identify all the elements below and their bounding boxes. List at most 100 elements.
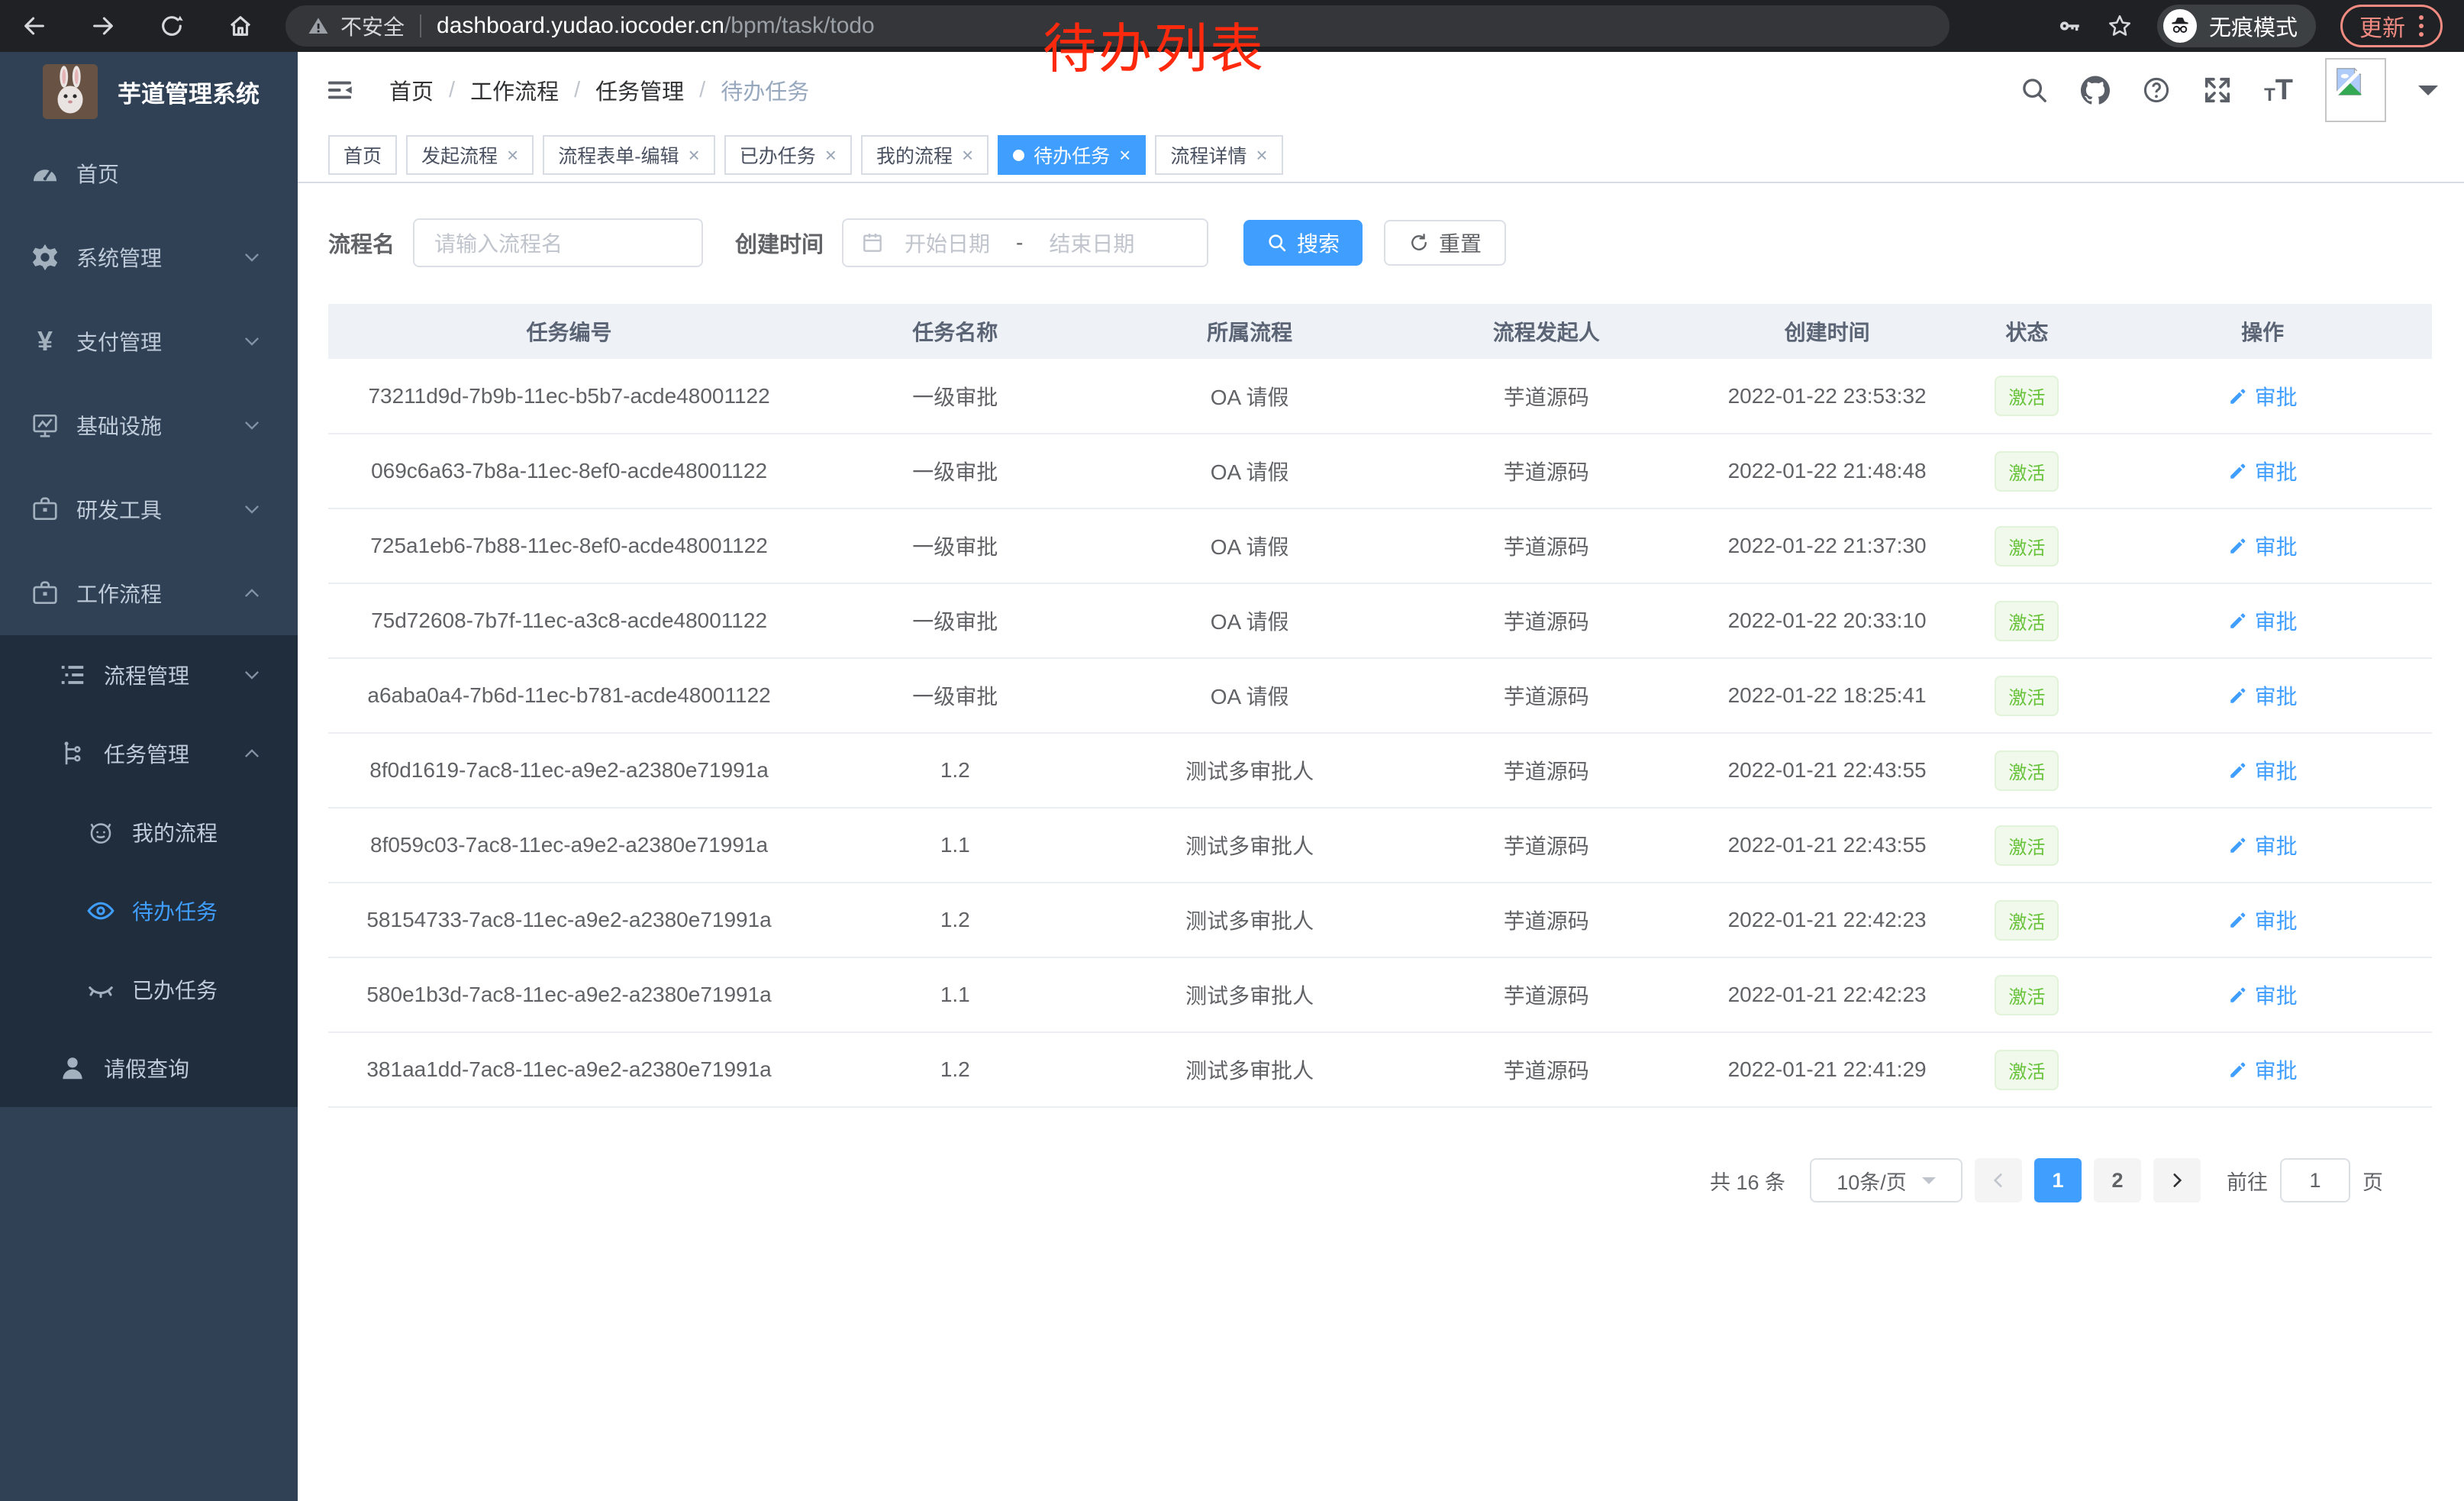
bookmark-star-icon[interactable] (2107, 13, 2133, 39)
breadcrumb-item[interactable]: 首页 (389, 74, 434, 106)
approve-label: 审批 (2255, 531, 2298, 561)
table-row: 725a1eb6-7b88-11ec-8ef0-acde48001122一级审批… (328, 508, 2432, 583)
github-icon[interactable] (2081, 76, 2110, 105)
cell-status: 激活 (1961, 957, 2094, 1032)
cell-created-time: 2022-01-21 22:42:23 (1694, 957, 1961, 1032)
sidebar-item-done-tasks[interactable]: 已办任务 (0, 950, 298, 1028)
search-button[interactable]: 搜索 (1243, 220, 1363, 266)
cell-task-name: 一级审批 (810, 658, 1100, 733)
tab-home[interactable]: 首页 (328, 135, 397, 175)
reload-icon[interactable] (159, 13, 185, 39)
breadcrumb-item[interactable]: 工作流程 (470, 74, 559, 106)
cell-initiator: 芋道源码 (1399, 1032, 1694, 1107)
security-warning-icon[interactable] (307, 15, 330, 37)
column-header: 状态 (1961, 304, 2094, 359)
cell-process: 测试多审批人 (1100, 733, 1398, 808)
app-logo[interactable]: 芋道管理系统 (0, 52, 298, 131)
sidebar-item-task-mgmt[interactable]: 任务管理 (0, 714, 298, 792)
prev-page-button[interactable] (1975, 1158, 2022, 1202)
user-avatar[interactable] (2325, 58, 2386, 122)
cell-status: 激活 (1961, 583, 2094, 658)
goto-page-input[interactable]: 1 (2280, 1158, 2350, 1202)
password-key-icon[interactable] (2056, 13, 2082, 39)
browser-menu-icon[interactable] (2419, 15, 2424, 37)
approve-link[interactable]: 审批 (2228, 980, 2298, 1010)
approve-link[interactable]: 审批 (2228, 381, 2298, 412)
update-label: 更新 (2359, 9, 2405, 43)
cell-task-name: 一级审批 (810, 434, 1100, 508)
update-button[interactable]: 更新 (2340, 5, 2443, 47)
status-badge: 激活 (1995, 376, 2059, 416)
sidebar-fold-icon[interactable] (324, 76, 356, 104)
sidebar-item-todo-tasks[interactable]: 待办任务 (0, 871, 298, 950)
sidebar-item-label: 工作流程 (76, 578, 162, 608)
tab-close-icon[interactable]: × (1256, 144, 1267, 167)
next-page-button[interactable] (2153, 1158, 2201, 1202)
help-icon[interactable] (2142, 76, 2171, 105)
back-icon[interactable] (21, 13, 47, 39)
edit-pencil-icon (2228, 386, 2248, 406)
tab-label: 流程详情 (1170, 141, 1247, 169)
cell-task-name: 一级审批 (810, 508, 1100, 583)
search-icon[interactable] (2020, 76, 2049, 105)
calendar-icon (860, 231, 885, 255)
sidebar-item-label: 请假查询 (104, 1053, 189, 1083)
tab-todo-tasks[interactable]: 待办任务× (998, 135, 1146, 175)
forward-icon[interactable] (90, 13, 116, 39)
tab-close-icon[interactable]: × (507, 144, 518, 167)
font-size-icon[interactable]: TT (2264, 76, 2293, 105)
approve-label: 审批 (2255, 456, 2298, 486)
home-icon[interactable] (227, 13, 253, 39)
sidebar-item-label: 基础设施 (76, 410, 162, 441)
sidebar-item-dev-tools[interactable]: 研发工具 (0, 467, 298, 551)
page-button-1[interactable]: 1 (2034, 1158, 2082, 1202)
column-header: 操作 (2093, 304, 2432, 359)
reset-button[interactable]: 重置 (1384, 220, 1506, 266)
sidebar-item-my-process[interactable]: 我的流程 (0, 792, 298, 871)
chevron-down-icon (1922, 1177, 1936, 1191)
approve-link[interactable]: 审批 (2228, 830, 2298, 860)
tab-process-detail[interactable]: 流程详情 × (1155, 135, 1282, 175)
cell-task-id: 8f0d1619-7ac8-11ec-a9e2-a2380e71991a (328, 733, 810, 808)
cell-task-id: 381aa1dd-7ac8-11ec-a9e2-a2380e71991a (328, 1032, 810, 1107)
sidebar-item-workflow[interactable]: 工作流程 (0, 551, 298, 635)
sidebar-item-payment[interactable]: ¥支付管理 (0, 299, 298, 383)
page-size-select[interactable]: 10条/页 (1810, 1158, 1962, 1202)
sidebar-item-leave-query[interactable]: 请假查询 (0, 1028, 298, 1107)
approve-link[interactable]: 审批 (2228, 755, 2298, 786)
process-name-input[interactable]: 请输入流程名 (413, 218, 703, 267)
tab-close-icon[interactable]: × (825, 144, 837, 167)
fullscreen-icon[interactable] (2203, 76, 2232, 105)
approve-link[interactable]: 审批 (2228, 905, 2298, 935)
cell-initiator: 芋道源码 (1399, 883, 1694, 957)
approve-link[interactable]: 审批 (2228, 605, 2298, 636)
tab-close-icon[interactable]: × (1119, 144, 1130, 167)
status-badge: 激活 (1995, 900, 2059, 941)
tab-done-tasks[interactable]: 已办任务× (724, 135, 852, 175)
sidebar-item-system[interactable]: 系统管理 (0, 215, 298, 299)
approve-link[interactable]: 审批 (2228, 1054, 2298, 1085)
approve-label: 审批 (2255, 605, 2298, 636)
tab-my-process[interactable]: 我的流程× (861, 135, 989, 175)
tab-form-edit[interactable]: 流程表单-编辑× (543, 135, 715, 175)
table-row: 58154733-7ac8-11ec-a9e2-a2380e71991a1.2测… (328, 883, 2432, 957)
breadcrumb-item[interactable]: 任务管理 (595, 74, 684, 106)
cell-initiator: 芋道源码 (1399, 583, 1694, 658)
sidebar-item-infra[interactable]: 基础设施 (0, 383, 298, 467)
cell-status: 激活 (1961, 508, 2094, 583)
tab-close-icon[interactable]: × (962, 144, 973, 167)
briefcase-icon (31, 495, 60, 524)
sidebar-item-home[interactable]: 首页 (0, 131, 298, 215)
tab-close-icon[interactable]: × (689, 144, 700, 167)
tab-start-process[interactable]: 发起流程× (406, 135, 534, 175)
approve-link[interactable]: 审批 (2228, 456, 2298, 486)
table-row: a6aba0a4-7b6d-11ec-b781-acde48001122一级审批… (328, 658, 2432, 733)
avatar-caret-icon[interactable] (2418, 86, 2438, 105)
breadcrumb-separator: / (449, 78, 455, 103)
page-button-2[interactable]: 2 (2094, 1158, 2141, 1202)
sidebar-item-process-mgmt[interactable]: 流程管理 (0, 635, 298, 714)
approve-link[interactable]: 审批 (2228, 680, 2298, 711)
approve-link[interactable]: 审批 (2228, 531, 2298, 561)
address-bar[interactable]: 不安全 dashboard.yudao.iocoder.cn/bpm/task/… (285, 5, 1950, 47)
date-range-input[interactable]: 开始日期 - 结束日期 (842, 218, 1208, 267)
